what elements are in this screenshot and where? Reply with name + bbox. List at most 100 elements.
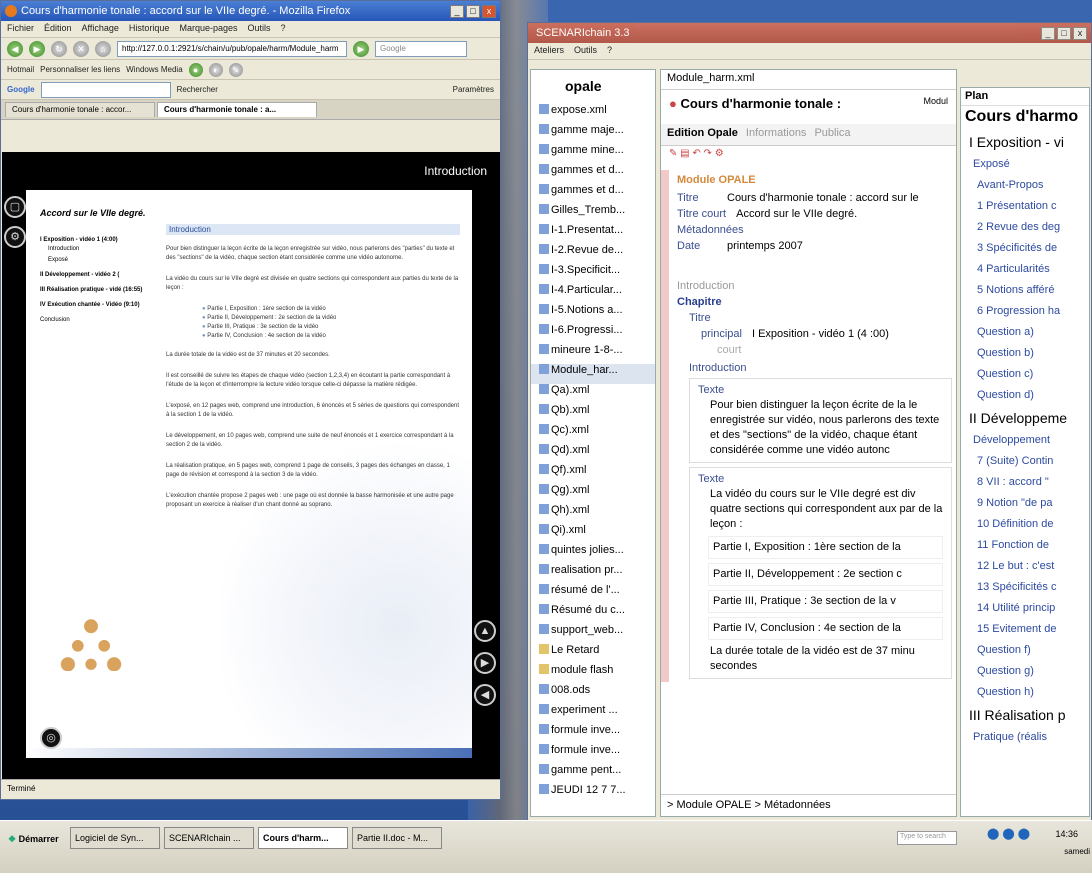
tab-edition-opale[interactable]: Edition Opale — [667, 127, 738, 142]
google-search-button[interactable]: Rechercher — [177, 85, 218, 94]
window-icon[interactable]: ▢ — [4, 196, 26, 218]
go-icon[interactable]: ▶ — [353, 40, 369, 57]
tree-item[interactable]: Qd).xml — [531, 444, 655, 464]
nav-item-realisation[interactable]: III Réalisation pratique - vidé (16:55) — [40, 286, 160, 295]
plan-item[interactable]: I Exposition - vi — [965, 134, 1089, 158]
start-button[interactable]: ❖ Démarrer — [4, 831, 63, 851]
plan-item[interactable]: Question c) — [965, 368, 1089, 389]
tree-item[interactable]: Résumé du c... — [531, 604, 655, 624]
scroll-up-icon[interactable]: ▲ — [474, 620, 496, 642]
nav-item-execution[interactable]: IV Exécution chantée - Vidéo (9:10) — [40, 301, 160, 310]
tree-item[interactable]: I-1.Presentat... — [531, 224, 655, 244]
plan-item[interactable]: 2 Revue des deg — [965, 221, 1089, 242]
task-firefox[interactable]: Cours d'harm... — [258, 827, 348, 849]
menu-outils[interactable]: Outils — [574, 45, 597, 57]
bookmark-personnaliser[interactable]: Personnaliser les liens — [40, 65, 120, 74]
tree-item[interactable]: realisation pr... — [531, 564, 655, 584]
principal-value[interactable]: I Exposition - vidéo 1 (4 :00) — [752, 328, 889, 340]
plan-item[interactable]: 11 Fonction de — [965, 539, 1089, 560]
nav-sub-expose[interactable]: Exposé — [48, 256, 160, 265]
texte-block-2[interactable]: Texte La vidéo du cours sur le VIIe degr… — [689, 467, 952, 679]
tree-item[interactable]: Qf).xml — [531, 464, 655, 484]
tree-item[interactable]: I-3.Specificit... — [531, 264, 655, 284]
editor-file-tab[interactable]: Module_harm.xml — [661, 70, 956, 90]
tree-item[interactable]: I-5.Notions a... — [531, 304, 655, 324]
google-settings-button[interactable]: Paramètres — [453, 85, 494, 94]
tab-cours-1[interactable]: Cours d'harmonie tonale : accor... — [5, 102, 155, 117]
plan-item[interactable]: Question b) — [965, 347, 1089, 368]
plan-item[interactable]: Pratique (réalis — [965, 731, 1089, 752]
tree-item[interactable]: module flash — [531, 664, 655, 684]
menu-help[interactable]: ? — [281, 23, 286, 35]
home-disc-icon[interactable]: ◎ — [40, 727, 62, 749]
tree-item[interactable]: formule inve... — [531, 724, 655, 744]
texte-block-1[interactable]: Texte Pour bien distinguer la leçon écri… — [689, 378, 952, 463]
tree-item[interactable]: Qg).xml — [531, 484, 655, 504]
menu-marque-pages[interactable]: Marque-pages — [179, 23, 237, 35]
tree-item[interactable]: gammes et d... — [531, 164, 655, 184]
menu-ateliers[interactable]: Ateliers — [534, 45, 564, 57]
titre-court-value[interactable]: Accord sur le VIIe degré. — [736, 208, 857, 220]
plan-item[interactable]: Cours d'harmo — [965, 108, 1089, 134]
previous-page-icon[interactable]: ◀ — [474, 684, 496, 706]
menu-outils[interactable]: Outils — [248, 23, 271, 35]
tree-item[interactable]: Qb).xml — [531, 404, 655, 424]
tree-item[interactable]: Le Retard — [531, 644, 655, 664]
plan-item[interactable]: Question f) — [965, 644, 1089, 665]
tree-item[interactable]: Qc).xml — [531, 424, 655, 444]
plan-item[interactable]: Question d) — [965, 389, 1089, 410]
minimize-button[interactable]: _ — [450, 4, 464, 18]
next-page-icon[interactable]: ▶ — [474, 652, 496, 674]
bullet-item[interactable]: Partie I, Exposition : 1ère section de l… — [708, 536, 943, 559]
date-value[interactable]: printemps 2007 — [727, 240, 803, 252]
court-label[interactable]: court — [717, 344, 952, 356]
plan-item[interactable]: Question a) — [965, 326, 1089, 347]
plan-item[interactable]: II Développeme — [965, 410, 1089, 434]
toolbar-icon[interactable]: ◐ — [208, 62, 223, 77]
plan-item[interactable]: 8 VII : accord " — [965, 476, 1089, 497]
plan-item[interactable]: Développement — [965, 434, 1089, 455]
plan-item[interactable]: 1 Présentation c — [965, 200, 1089, 221]
bullet-item[interactable]: Partie IV, Conclusion : 4e section de la — [708, 617, 943, 640]
plan-item[interactable]: Question h) — [965, 686, 1089, 707]
tree-item[interactable]: experiment ... — [531, 704, 655, 724]
google-search-input[interactable] — [40, 81, 171, 98]
tab-cours-2[interactable]: Cours d'harmonie tonale : a... — [157, 102, 317, 117]
bookmark-hotmail[interactable]: Hotmail — [7, 65, 34, 74]
plan-item[interactable]: 7 (Suite) Contin — [965, 455, 1089, 476]
tab-publication[interactable]: Publica — [814, 127, 850, 142]
tree-item[interactable]: gamme maje... — [531, 124, 655, 144]
tree-item[interactable]: Qh).xml — [531, 504, 655, 524]
menu-fichier[interactable]: Fichier — [7, 23, 34, 35]
tree-item[interactable]: I-6.Progressi... — [531, 324, 655, 344]
tree-item[interactable]: gammes et d... — [531, 184, 655, 204]
menu-affichage[interactable]: Affichage — [82, 23, 119, 35]
tree-item[interactable]: gamme mine... — [531, 144, 655, 164]
tree-item[interactable]: 008.ods — [531, 684, 655, 704]
url-input[interactable]: http://127.0.0.1:2921/s/chain/u/pub/opal… — [117, 40, 347, 57]
plan-item[interactable]: 6 Progression ha — [965, 305, 1089, 326]
plan-item[interactable]: III Réalisation p — [965, 707, 1089, 731]
workshop-name[interactable]: opale — [565, 78, 602, 94]
toolbar-icon[interactable]: ● — [188, 62, 203, 77]
back-arrow-icon[interactable]: ◀ — [7, 40, 23, 57]
minimize-button[interactable]: _ — [1041, 26, 1055, 40]
tree-item[interactable]: support_web... — [531, 624, 655, 644]
plan-item[interactable]: 12 Le but : c'est — [965, 560, 1089, 581]
task-logiciel[interactable]: Logiciel de Syn... — [70, 827, 160, 849]
menu-help[interactable]: ? — [607, 45, 612, 57]
plan-item[interactable]: 9 Notion "de pa — [965, 497, 1089, 518]
titre-value[interactable]: Cours d'harmonie tonale : accord sur le — [727, 192, 919, 204]
search-engine-box[interactable]: Google — [375, 40, 467, 57]
nav-item-developpement[interactable]: II Développement - vidéo 2 ( — [40, 271, 160, 280]
close-button[interactable]: x — [482, 4, 496, 18]
tree-item[interactable]: JEUDI 12 7 7... — [531, 784, 655, 804]
menu-edition[interactable]: Édition — [44, 23, 72, 35]
tray-search-input[interactable]: Type to search — [897, 831, 957, 845]
plan-item[interactable]: 13 Spécificités c — [965, 581, 1089, 602]
bullet-item[interactable]: Partie II, Développement : 2e section c — [708, 563, 943, 586]
plan-item[interactable]: 10 Définition de — [965, 518, 1089, 539]
plan-item[interactable]: 15 Evitement de — [965, 623, 1089, 644]
tree-item[interactable]: expose.xml — [531, 104, 655, 124]
settings-gear-icon[interactable]: ⚙ — [4, 226, 26, 248]
